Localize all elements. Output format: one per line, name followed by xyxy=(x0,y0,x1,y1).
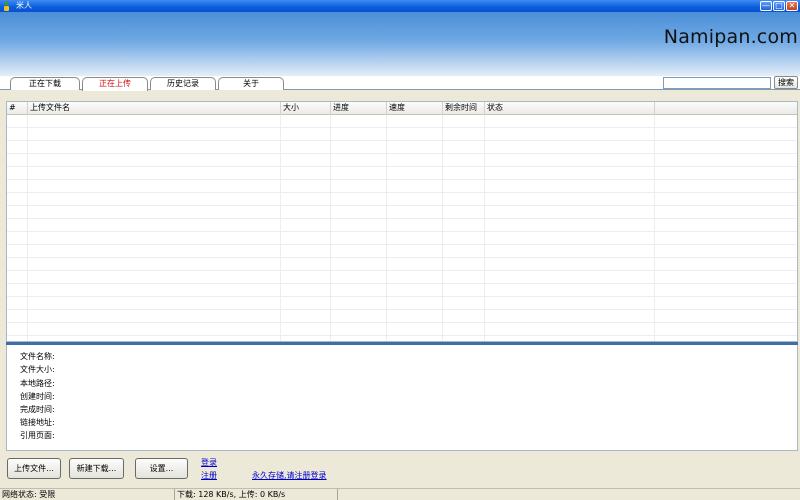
detail-label-created: 创建时间: xyxy=(20,392,55,401)
column-header-remaining[interactable]: 剩余时间 xyxy=(443,102,485,115)
detail-label-referer: 引用页面: xyxy=(20,431,55,440)
person-icon xyxy=(4,1,9,11)
title-bar: 米人 — □ ✕ xyxy=(0,0,800,12)
search-input[interactable] xyxy=(663,77,771,89)
status-extra xyxy=(338,489,800,500)
tab-uploading[interactable]: 正在上传 xyxy=(82,77,148,91)
column-header-size[interactable]: 大小 xyxy=(281,102,331,115)
window-title: 米人 xyxy=(16,1,32,10)
column-header-progress[interactable]: 进度 xyxy=(331,102,387,115)
column-header-speed[interactable]: 速度 xyxy=(387,102,443,115)
register-link[interactable]: 注册 xyxy=(201,471,217,481)
detail-label-filesize: 文件大小: xyxy=(20,365,55,374)
detail-label-filename: 文件名称: xyxy=(20,352,55,361)
column-gridline xyxy=(484,115,485,341)
permanent-storage-link[interactable]: 永久存储,请注册登录 xyxy=(252,471,327,481)
detail-label-completed: 完成时间: xyxy=(20,405,55,414)
settings-button[interactable]: 设置... xyxy=(135,458,188,479)
minimize-icon[interactable]: — xyxy=(760,1,772,11)
column-header-index[interactable]: # xyxy=(7,102,28,115)
column-gridline xyxy=(442,115,443,341)
transfer-speed: 下载: 128 KB/s, 上传: 0 KB/s xyxy=(175,489,338,500)
tab-downloading[interactable]: 正在下载 xyxy=(10,77,80,90)
login-link[interactable]: 登录 xyxy=(201,458,217,468)
banner: Namipan.com xyxy=(0,12,800,76)
column-gridline xyxy=(280,115,281,341)
column-gridline xyxy=(27,115,28,341)
maximize-icon[interactable]: □ xyxy=(773,1,785,11)
status-bar: 网络状态: 受限 下载: 128 KB/s, 上传: 0 KB/s xyxy=(0,488,800,500)
tab-history[interactable]: 历史记录 xyxy=(150,77,216,90)
window-controls: — □ ✕ xyxy=(760,1,798,11)
upload-file-button[interactable]: 上传文件... xyxy=(7,458,61,479)
column-header-status[interactable]: 状态 xyxy=(485,102,655,115)
close-icon[interactable]: ✕ xyxy=(786,1,798,11)
tab-about[interactable]: 关于 xyxy=(218,77,284,90)
upload-list[interactable]: # 上传文件名 大小 进度 速度 剩余时间 状态 xyxy=(6,101,798,342)
column-gridline xyxy=(386,115,387,341)
column-gridline xyxy=(654,115,655,341)
search-button[interactable]: 搜索 xyxy=(774,76,798,89)
brand-logo-text: Namipan.com xyxy=(663,26,798,48)
detail-label-local-path: 本地路径: xyxy=(20,379,55,388)
list-header: # 上传文件名 大小 进度 速度 剩余时间 状态 xyxy=(7,102,797,115)
new-download-button[interactable]: 新建下载... xyxy=(69,458,124,479)
column-header-filename[interactable]: 上传文件名 xyxy=(28,102,281,115)
list-rows xyxy=(7,115,797,341)
network-status: 网络状态: 受限 xyxy=(0,489,175,500)
column-gridline xyxy=(330,115,331,341)
file-details-panel: 文件名称: 文件大小: 本地路径: 创建时间: 完成时间: 链接地址: 引用页面… xyxy=(6,345,798,451)
detail-label-link: 链接地址: xyxy=(20,418,55,427)
